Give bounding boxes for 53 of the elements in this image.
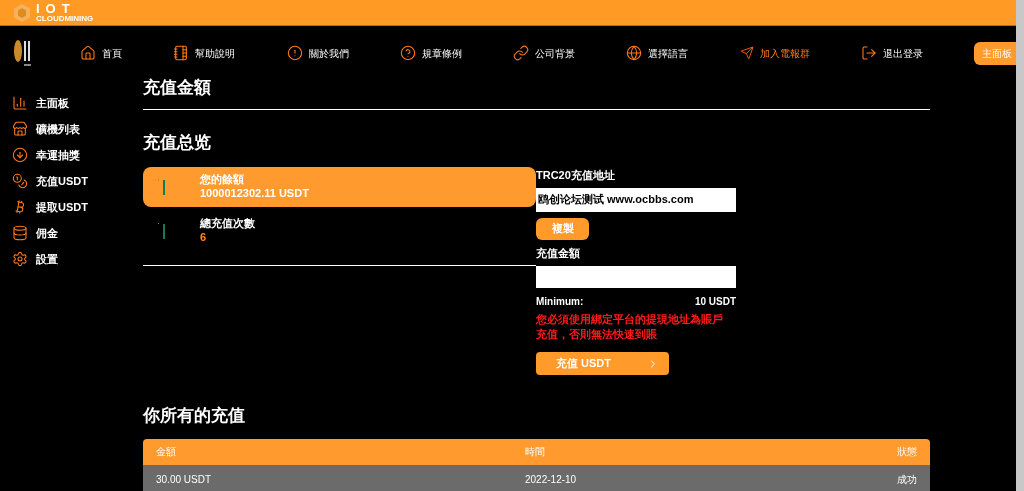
stat-label: 您的餘額 [200, 173, 245, 187]
coins-icon [12, 173, 28, 189]
sidebar-item[interactable]: 設置 [12, 250, 143, 268]
column-header: 金額 [156, 445, 177, 459]
send-icon [739, 46, 754, 60]
sidebar-item[interactable]: 礦機列表 [12, 120, 143, 138]
nav-link[interactable]: 首頁 [80, 45, 122, 61]
warning-text: 您必須使用綁定平台的提現地址為賬戶充值，否則無法快速到賬 [536, 312, 724, 342]
link-icon [513, 45, 529, 61]
stat-value: 6 [200, 231, 208, 245]
amount-field[interactable] [536, 266, 736, 288]
down-circle-icon [12, 147, 28, 163]
table-cell-text: 30.00 USDT [156, 472, 213, 487]
column-header: 時間 [525, 445, 546, 459]
column-header: 狀態 [897, 445, 917, 459]
stat-value: 1000012302.11 USDT [200, 187, 309, 201]
minimum-value: 10 USDT [694, 295, 736, 309]
field-label: TRC20充值地址 [536, 168, 616, 183]
field-label: 充值金額 [536, 245, 581, 261]
sidebar-item[interactable]: 佣金 [12, 224, 143, 242]
section-title: 你所有的充值 [143, 405, 246, 427]
table-cell-text: 2022-12-10 [525, 472, 578, 487]
nav-link[interactable]: 規章條例 [399, 45, 462, 61]
nav-link[interactable]: 選擇語言 [626, 45, 689, 61]
sidebar-item[interactable]: 主面板 [12, 94, 143, 112]
section-title: 充值总览 [143, 131, 212, 154]
scrollbar[interactable] [1016, 0, 1024, 491]
hexagon-logo-icon [12, 2, 32, 23]
alert-icon [286, 45, 303, 61]
home-icon [80, 45, 96, 61]
notebook-icon [173, 45, 190, 61]
brand-tagline: CLOUDMINING [36, 15, 94, 23]
globe-icon [626, 45, 643, 61]
minimum-label: Minimum: [536, 295, 584, 309]
brand-name: IOT [36, 2, 77, 15]
help-icon [399, 45, 416, 61]
database-icon [12, 225, 28, 241]
nav-link[interactable]: 退出登录 [860, 45, 923, 61]
nav-link[interactable]: 關於我們 [286, 45, 349, 61]
stat-label: 總充值次數 [200, 217, 255, 231]
sidebar-item[interactable]: 充值USDT [12, 172, 143, 190]
sidebar-item[interactable]: 提取USDT [12, 198, 143, 216]
bar-chart-icon [12, 95, 28, 111]
address-field[interactable]: 鸥创论坛测试 www.ocbbs.com [536, 187, 736, 212]
nav-link[interactable]: 公司背景 [513, 45, 575, 61]
settings-icon [12, 251, 28, 267]
nav-link[interactable]: 幫助說明 [173, 45, 236, 61]
table-cell-text: 成功 [897, 472, 917, 487]
nav-link[interactable]: 加入電報群 [739, 45, 810, 61]
page-title: 充值金額 [143, 75, 930, 110]
store-icon [12, 121, 28, 137]
sidebar-item[interactable]: 幸運抽獎 [12, 146, 143, 164]
logout-icon [860, 45, 877, 61]
